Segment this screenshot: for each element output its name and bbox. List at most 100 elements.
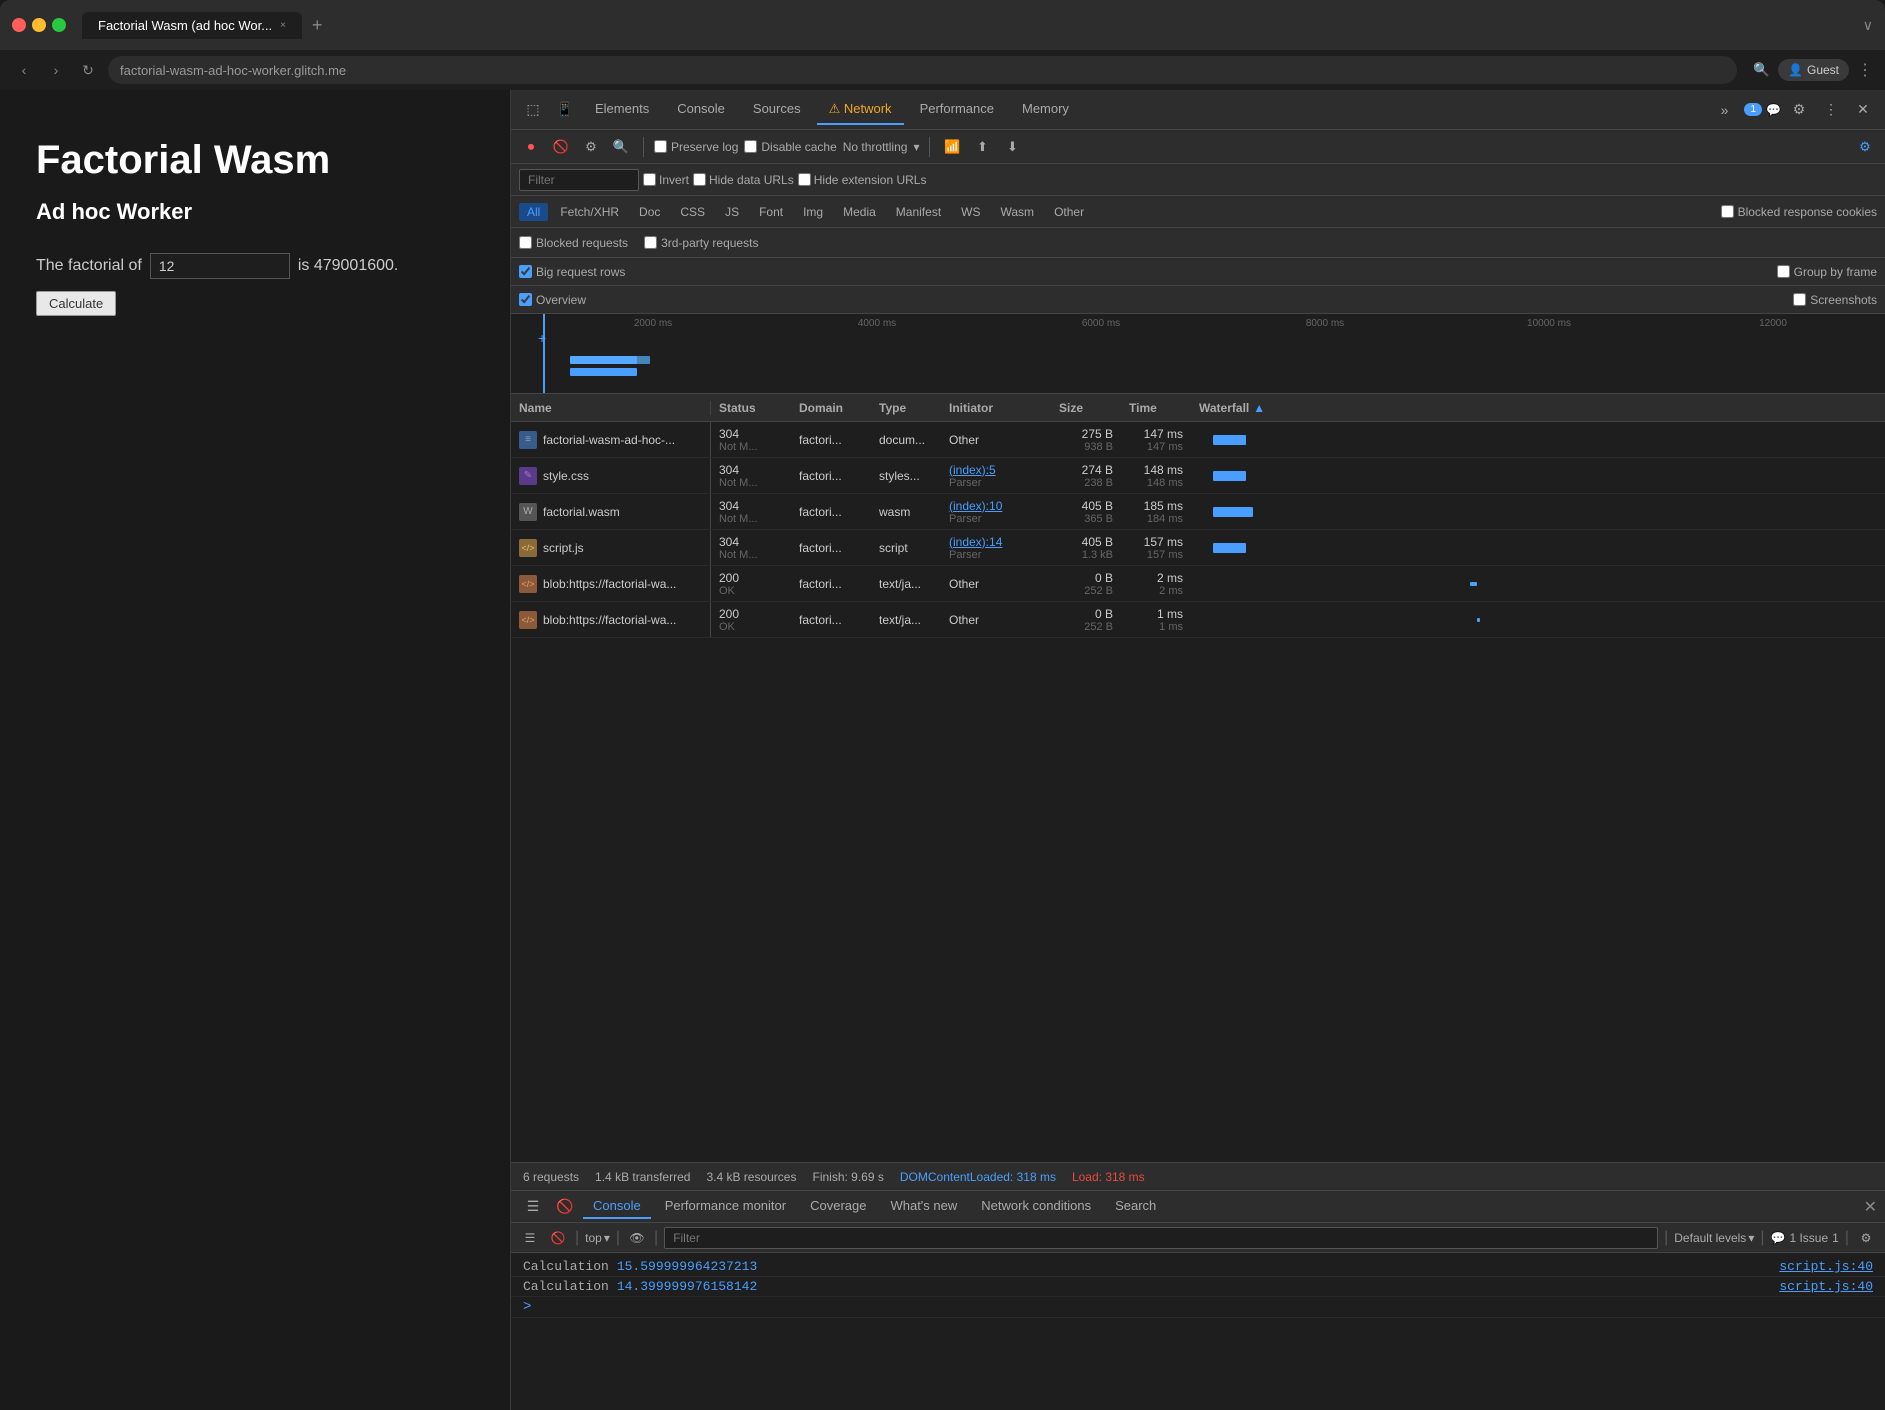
active-tab[interactable]: Factorial Wasm (ad hoc Wor... × xyxy=(82,12,302,39)
console-tab-perf-monitor[interactable]: Performance monitor xyxy=(655,1194,796,1219)
big-rows-checkbox[interactable]: Big request rows xyxy=(519,265,625,279)
hide-extension-urls-checkbox[interactable]: Hide extension URLs xyxy=(798,173,927,187)
console-sidebar-button[interactable]: ☰ xyxy=(519,1227,541,1249)
overview-checkbox[interactable]: Overview xyxy=(519,293,586,307)
upload-button[interactable]: ⬆ xyxy=(970,135,994,159)
record-button[interactable]: ⏺ xyxy=(519,135,543,159)
console-tab-whats-new[interactable]: What's new xyxy=(880,1194,967,1219)
preserve-log-checkbox[interactable]: Preserve log xyxy=(654,140,738,154)
zoom-button[interactable]: 🔍 xyxy=(1753,62,1770,78)
type-btn-all[interactable]: All xyxy=(519,203,548,221)
drawer-clear-button[interactable]: 🚫 xyxy=(551,1193,579,1221)
col-initiator[interactable]: Initiator xyxy=(941,401,1051,415)
device-toolbar-button[interactable]: 📱 xyxy=(551,96,579,124)
calculate-button[interactable]: Calculate xyxy=(36,291,116,316)
log-levels-button[interactable]: Default levels ▾ xyxy=(1674,1231,1754,1245)
tab-expand-button[interactable]: ∨ xyxy=(1863,17,1873,34)
type-btn-doc[interactable]: Doc xyxy=(631,203,668,221)
console-tab-search[interactable]: Search xyxy=(1105,1194,1166,1219)
tab-console[interactable]: Console xyxy=(665,95,737,124)
url-bar[interactable]: factorial-wasm-ad-hoc-worker.glitch.me xyxy=(108,56,1737,84)
group-by-frame-checkbox[interactable]: Group by frame xyxy=(1777,265,1877,279)
type-btn-media[interactable]: Media xyxy=(835,203,884,221)
type-btn-font[interactable]: Font xyxy=(751,203,791,221)
col-waterfall[interactable]: Waterfall ▲ xyxy=(1191,401,1885,415)
col-name[interactable]: Name xyxy=(511,401,711,415)
table-row[interactable]: </> blob:https://factorial-wa... 200 OK … xyxy=(511,602,1885,638)
tab-elements[interactable]: Elements xyxy=(583,95,661,124)
forward-button[interactable]: › xyxy=(44,58,68,82)
console-line-2: Calculation 14.399999976158142 script.js… xyxy=(511,1277,1885,1297)
browser-menu-button[interactable]: ⋮ xyxy=(1857,60,1873,80)
new-tab-button[interactable]: + xyxy=(306,13,329,38)
minimize-window-button[interactable] xyxy=(32,18,46,32)
console-close-button[interactable]: ✕ xyxy=(1864,1197,1877,1217)
hide-data-urls-checkbox[interactable]: Hide data URLs xyxy=(693,173,794,187)
tab-memory[interactable]: Memory xyxy=(1010,95,1081,124)
filter-icon-button[interactable]: ⚙ xyxy=(579,135,603,159)
devtools-close-button[interactable]: ✕ xyxy=(1849,96,1877,124)
online-button[interactable]: 📶 xyxy=(940,135,964,159)
third-party-checkbox[interactable]: 3rd-party requests xyxy=(644,236,758,250)
eye-button[interactable]: 👁 xyxy=(626,1227,648,1249)
type-btn-manifest[interactable]: Manifest xyxy=(888,203,949,221)
cell-waterfall-4 xyxy=(1191,530,1885,565)
console-tab-network-conditions[interactable]: Network conditions xyxy=(971,1194,1101,1219)
console-link-2[interactable]: script.js:40 xyxy=(1779,1279,1873,1294)
col-size[interactable]: Size xyxy=(1051,401,1121,415)
type-btn-img[interactable]: Img xyxy=(795,203,831,221)
col-type[interactable]: Type xyxy=(871,401,941,415)
tab-performance[interactable]: Performance xyxy=(908,95,1006,124)
download-button[interactable]: ⬇ xyxy=(1000,135,1024,159)
col-time[interactable]: Time xyxy=(1121,401,1191,415)
maximize-window-button[interactable] xyxy=(52,18,66,32)
element-picker-button[interactable]: ⬚ xyxy=(519,96,547,124)
devtools-settings-button[interactable]: ⚙ xyxy=(1785,96,1813,124)
network-settings-button[interactable]: ⚙ xyxy=(1853,135,1877,159)
search-button[interactable]: 🔍 xyxy=(609,135,633,159)
table-row[interactable]: ≡ factorial-wasm-ad-hoc-... 304 Not M...… xyxy=(511,422,1885,458)
type-btn-css[interactable]: CSS xyxy=(672,203,713,221)
close-window-button[interactable] xyxy=(12,18,26,32)
guest-button[interactable]: 👤 Guest xyxy=(1778,59,1849,81)
tab-sources[interactable]: Sources xyxy=(741,95,813,124)
devtools-menu-button[interactable]: ⋮ xyxy=(1817,96,1845,124)
blocked-cookies-checkbox[interactable]: Blocked response cookies xyxy=(1721,205,1877,219)
console-tab-console[interactable]: Console xyxy=(583,1194,651,1219)
filename-2: style.css xyxy=(543,469,589,483)
table-row[interactable]: ✎ style.css 304 Not M... factori... xyxy=(511,458,1885,494)
drawer-expand-button[interactable]: ☰ xyxy=(519,1193,547,1221)
console-link-1[interactable]: script.js:40 xyxy=(1779,1259,1873,1274)
top-context-selector[interactable]: top ▾ xyxy=(585,1231,610,1245)
console-gear-button[interactable]: ⚙ xyxy=(1855,1227,1877,1249)
timeline-labels: 2000 ms 4000 ms 6000 ms 8000 ms 10000 ms… xyxy=(511,318,1885,329)
clear-button[interactable]: 🚫 xyxy=(549,135,573,159)
screenshots-checkbox[interactable]: Screenshots xyxy=(1793,293,1877,307)
console-tab-coverage[interactable]: Coverage xyxy=(800,1194,876,1219)
table-row[interactable]: W factorial.wasm 304 Not M... factori... xyxy=(511,494,1885,530)
blocked-requests-checkbox[interactable]: Blocked requests xyxy=(519,236,628,250)
table-row[interactable]: </> script.js 304 Not M... factori... xyxy=(511,530,1885,566)
tab-close-button[interactable]: × xyxy=(280,20,286,31)
type-btn-ws[interactable]: WS xyxy=(953,203,988,221)
tab-network[interactable]: ⚠ Network xyxy=(817,95,904,125)
ct-separator-2: | xyxy=(616,1229,620,1247)
type-btn-js[interactable]: JS xyxy=(717,203,747,221)
back-button[interactable]: ‹ xyxy=(12,58,36,82)
table-row[interactable]: </> blob:https://factorial-wa... 200 OK … xyxy=(511,566,1885,602)
console-clear-button[interactable]: 🚫 xyxy=(547,1227,569,1249)
col-status[interactable]: Status xyxy=(711,401,791,415)
type-btn-other[interactable]: Other xyxy=(1046,203,1092,221)
more-tabs-button[interactable]: » xyxy=(1710,96,1738,124)
col-domain[interactable]: Domain xyxy=(791,401,871,415)
type-btn-fetch-xhr[interactable]: Fetch/XHR xyxy=(552,203,627,221)
type-btn-wasm[interactable]: Wasm xyxy=(993,203,1043,221)
console-prompt-line[interactable]: > xyxy=(511,1297,1885,1318)
factorial-input[interactable] xyxy=(150,253,290,279)
console-filter-input[interactable] xyxy=(664,1227,1658,1249)
cell-waterfall-2 xyxy=(1191,458,1885,493)
invert-checkbox[interactable]: Invert xyxy=(643,173,689,187)
disable-cache-checkbox[interactable]: Disable cache xyxy=(744,140,836,154)
reload-button[interactable]: ↻ xyxy=(76,58,100,82)
filter-input[interactable] xyxy=(519,169,639,191)
